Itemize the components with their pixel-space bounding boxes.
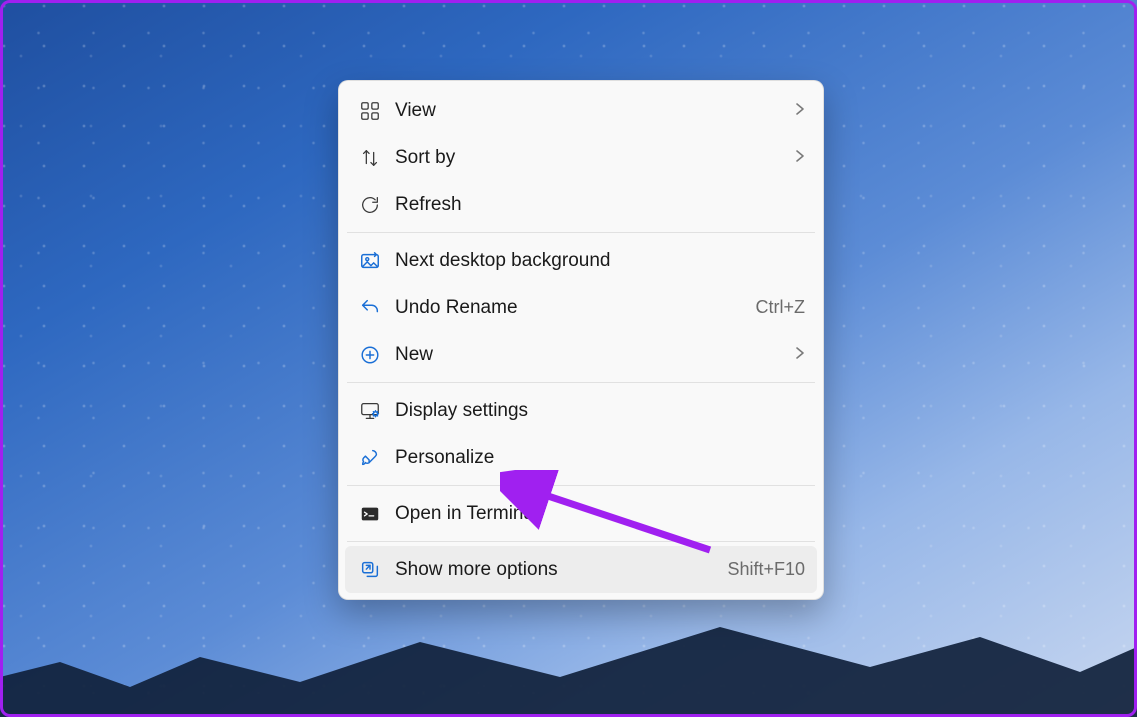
menu-separator xyxy=(347,541,815,542)
menu-separator xyxy=(347,485,815,486)
menu-item-view[interactable]: View xyxy=(345,87,817,134)
paintbrush-icon xyxy=(357,447,383,469)
menu-item-label: Undo Rename xyxy=(395,297,740,319)
menu-item-label: Show more options xyxy=(395,559,711,581)
menu-item-label: Display settings xyxy=(395,400,805,422)
menu-item-shortcut: Shift+F10 xyxy=(711,559,805,580)
menu-item-new[interactable]: New xyxy=(345,331,817,378)
terminal-icon xyxy=(357,503,383,525)
show-more-icon xyxy=(357,559,383,581)
chevron-right-icon xyxy=(779,100,805,122)
menu-item-refresh[interactable]: Refresh xyxy=(345,181,817,228)
menu-separator xyxy=(347,382,815,383)
menu-item-shortcut: Ctrl+Z xyxy=(740,297,806,318)
menu-item-label: Refresh xyxy=(395,194,805,216)
menu-item-label: Next desktop background xyxy=(395,250,805,272)
chevron-right-icon xyxy=(779,344,805,366)
new-plus-icon xyxy=(357,344,383,366)
menu-item-personalize[interactable]: Personalize xyxy=(345,434,817,481)
mountain-silhouette xyxy=(0,587,1137,717)
menu-item-label: Sort by xyxy=(395,147,779,169)
sort-icon xyxy=(357,147,383,169)
chevron-right-icon xyxy=(779,147,805,169)
refresh-icon xyxy=(357,194,383,216)
menu-item-nextbg[interactable]: Next desktop background xyxy=(345,237,817,284)
view-grid-icon xyxy=(357,100,383,122)
next-background-icon xyxy=(357,250,383,272)
menu-item-display[interactable]: Display settings xyxy=(345,387,817,434)
menu-item-undo[interactable]: Undo RenameCtrl+Z xyxy=(345,284,817,331)
menu-item-more[interactable]: Show more optionsShift+F10 xyxy=(345,546,817,593)
menu-item-label: New xyxy=(395,344,779,366)
menu-item-label: View xyxy=(395,100,779,122)
menu-item-sortby[interactable]: Sort by xyxy=(345,134,817,181)
menu-item-label: Open in Terminal xyxy=(395,503,805,525)
menu-item-terminal[interactable]: Open in Terminal xyxy=(345,490,817,537)
undo-icon xyxy=(357,297,383,319)
menu-item-label: Personalize xyxy=(395,447,805,469)
desktop-context-menu: View Sort by Refresh Next desktop backgroun… xyxy=(338,80,824,600)
display-settings-icon xyxy=(357,400,383,422)
menu-separator xyxy=(347,232,815,233)
